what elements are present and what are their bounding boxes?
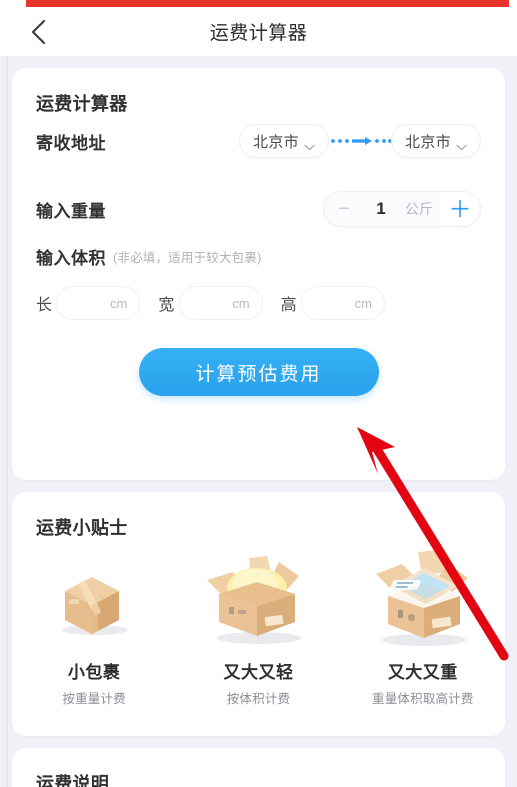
height-input[interactable]: cm bbox=[300, 286, 385, 320]
tip-name: 又大又重 bbox=[387, 663, 458, 682]
tip-item: 又大又轻 按体积计费 bbox=[176, 544, 340, 724]
nav-bar: 运费计算器 bbox=[0, 7, 517, 56]
tip-desc: 重量体积取高计费 bbox=[372, 692, 474, 706]
length-label: 长 bbox=[36, 297, 53, 314]
address-row: 寄收地址 北京市 北京市 bbox=[12, 124, 505, 158]
tip-desc: 按重量计费 bbox=[62, 692, 126, 706]
tip-item: 又大又重 重量体积取高计费 bbox=[341, 544, 505, 724]
dotted-arrow-right-icon bbox=[329, 131, 391, 151]
weight-unit-label: 公斤 bbox=[405, 201, 433, 217]
width-input[interactable]: cm bbox=[178, 286, 263, 320]
page-title: 运费计算器 bbox=[209, 23, 308, 44]
weight-value[interactable]: 1 bbox=[364, 199, 398, 219]
length-input[interactable]: cm bbox=[56, 286, 141, 320]
tips-card-title: 运费小贴士 bbox=[36, 518, 128, 538]
from-city-value: 北京市 bbox=[253, 133, 299, 151]
dimension-inputs-row: 长 cm 宽 cm 高 cm bbox=[12, 286, 505, 320]
height-label: 高 bbox=[280, 297, 297, 314]
tip-name: 又大又轻 bbox=[223, 663, 294, 682]
length-group: 长 cm bbox=[36, 286, 141, 320]
status-bar-accent bbox=[0, 0, 517, 7]
height-group: 高 cm bbox=[281, 286, 385, 320]
submit-row: 计算预估费用 bbox=[12, 348, 505, 396]
weight-stepper[interactable]: − 1 公斤 ＋ bbox=[323, 191, 481, 227]
chevron-left-icon bbox=[29, 16, 49, 48]
weight-row-label: 输入重量 bbox=[36, 201, 106, 221]
freight-tips-card: 运费小贴士 小包裹 按重量计费 又大又轻 按体积计费 又大又重 重量体积取高计费 bbox=[12, 492, 505, 736]
tips-grid: 小包裹 按重量计费 又大又轻 按体积计费 又大又重 重量体积取高计费 bbox=[12, 544, 505, 724]
address-row-label: 寄收地址 bbox=[36, 133, 106, 153]
small-closed-box-illustration bbox=[29, 544, 159, 654]
from-city-selector[interactable]: 北京市 bbox=[239, 124, 329, 158]
calculate-estimate-button[interactable]: 计算预估费用 bbox=[138, 348, 379, 396]
weight-increment-button[interactable]: ＋ bbox=[440, 192, 480, 226]
width-label: 宽 bbox=[158, 297, 175, 314]
tip-item: 小包裹 按重量计费 bbox=[12, 544, 176, 724]
freight-calculator-card: 运费计算器 寄收地址 北京市 北京市 输入重量 − 1 公斤 ＋ 输入体积 (非… bbox=[12, 68, 505, 480]
open-box-with-pillow-illustration bbox=[193, 544, 323, 654]
volume-row: 输入体积 (非必填，适用于较大包裹) bbox=[12, 244, 505, 269]
explanation-card-title: 运费说明 bbox=[36, 774, 110, 787]
app-screen: 运费计算器 运费计算器 寄收地址 北京市 北京市 输入重量 − 1 公斤 ＋ 输… bbox=[0, 0, 517, 787]
volume-row-label: 输入体积 bbox=[36, 249, 106, 268]
tip-desc: 按体积计费 bbox=[226, 692, 291, 706]
to-city-selector[interactable]: 北京市 bbox=[391, 124, 481, 158]
status-bar-gap-left bbox=[0, 0, 26, 7]
tip-name: 小包裹 bbox=[67, 663, 121, 682]
status-bar-gap-right bbox=[509, 0, 517, 7]
to-city-value: 北京市 bbox=[405, 133, 451, 151]
width-unit-placeholder: cm bbox=[232, 295, 250, 311]
calculator-card-title: 运费计算器 bbox=[36, 94, 128, 114]
back-button[interactable] bbox=[22, 16, 56, 48]
open-box-with-appliance-illustration bbox=[358, 544, 488, 654]
freight-explanation-card: 运费说明 bbox=[12, 748, 505, 787]
width-group: 宽 cm bbox=[158, 286, 263, 320]
weight-row: 输入重量 − 1 公斤 ＋ bbox=[12, 191, 505, 227]
page-scroll-area[interactable]: 运费计算器 寄收地址 北京市 北京市 输入重量 − 1 公斤 ＋ 输入体积 (非… bbox=[0, 56, 517, 787]
length-unit-placeholder: cm bbox=[109, 295, 128, 311]
address-selectors: 北京市 北京市 bbox=[239, 124, 481, 158]
page-edge-line bbox=[6, 56, 8, 787]
volume-row-hint: (非必填，适用于较大包裹) bbox=[113, 251, 262, 265]
height-unit-placeholder: cm bbox=[354, 295, 372, 311]
weight-decrement-button[interactable]: − bbox=[324, 192, 364, 226]
chevron-down-icon bbox=[456, 138, 467, 150]
chevron-down-icon bbox=[304, 138, 315, 150]
